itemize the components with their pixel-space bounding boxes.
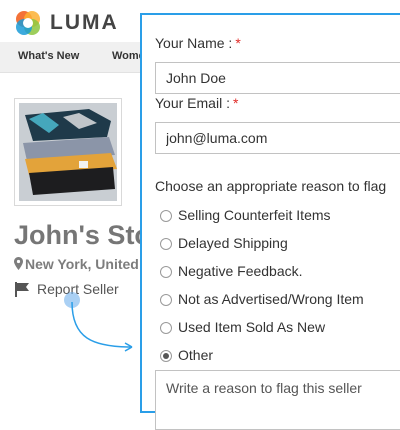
reason-option-label: Other: [178, 347, 214, 363]
reason-textarea[interactable]: [155, 370, 400, 430]
name-input[interactable]: [155, 62, 400, 94]
reason-title: Choose an appropriate reason to flag: [155, 178, 387, 194]
email-label: Your Email : *: [155, 95, 238, 111]
reason-option-label: Selling Counterfeit Items: [178, 207, 331, 223]
radio-icon[interactable]: [160, 210, 172, 222]
reason-option-label: Negative Feedback.: [178, 263, 303, 279]
report-seller-modal: Your Name :* Your Email :* Choose an app…: [140, 13, 400, 430]
email-label-text: Your Email :: [155, 95, 230, 111]
email-input[interactable]: [155, 122, 400, 154]
radio-icon[interactable]: [160, 350, 172, 362]
radio-icon[interactable]: [160, 238, 172, 250]
reason-option-label: Not as Advertised/Wrong Item: [178, 291, 364, 307]
required-mark: *: [235, 35, 241, 51]
reason-option-label: Delayed Shipping: [178, 235, 288, 251]
radio-icon[interactable]: [160, 266, 172, 278]
radio-icon[interactable]: [160, 294, 172, 306]
name-label: Your Name : *: [155, 35, 241, 51]
required-mark: *: [232, 95, 239, 111]
reason-option-label: Used Item Sold As New: [178, 319, 326, 335]
radio-icon[interactable]: [160, 322, 172, 334]
name-label-text: Your Name :: [155, 35, 233, 51]
